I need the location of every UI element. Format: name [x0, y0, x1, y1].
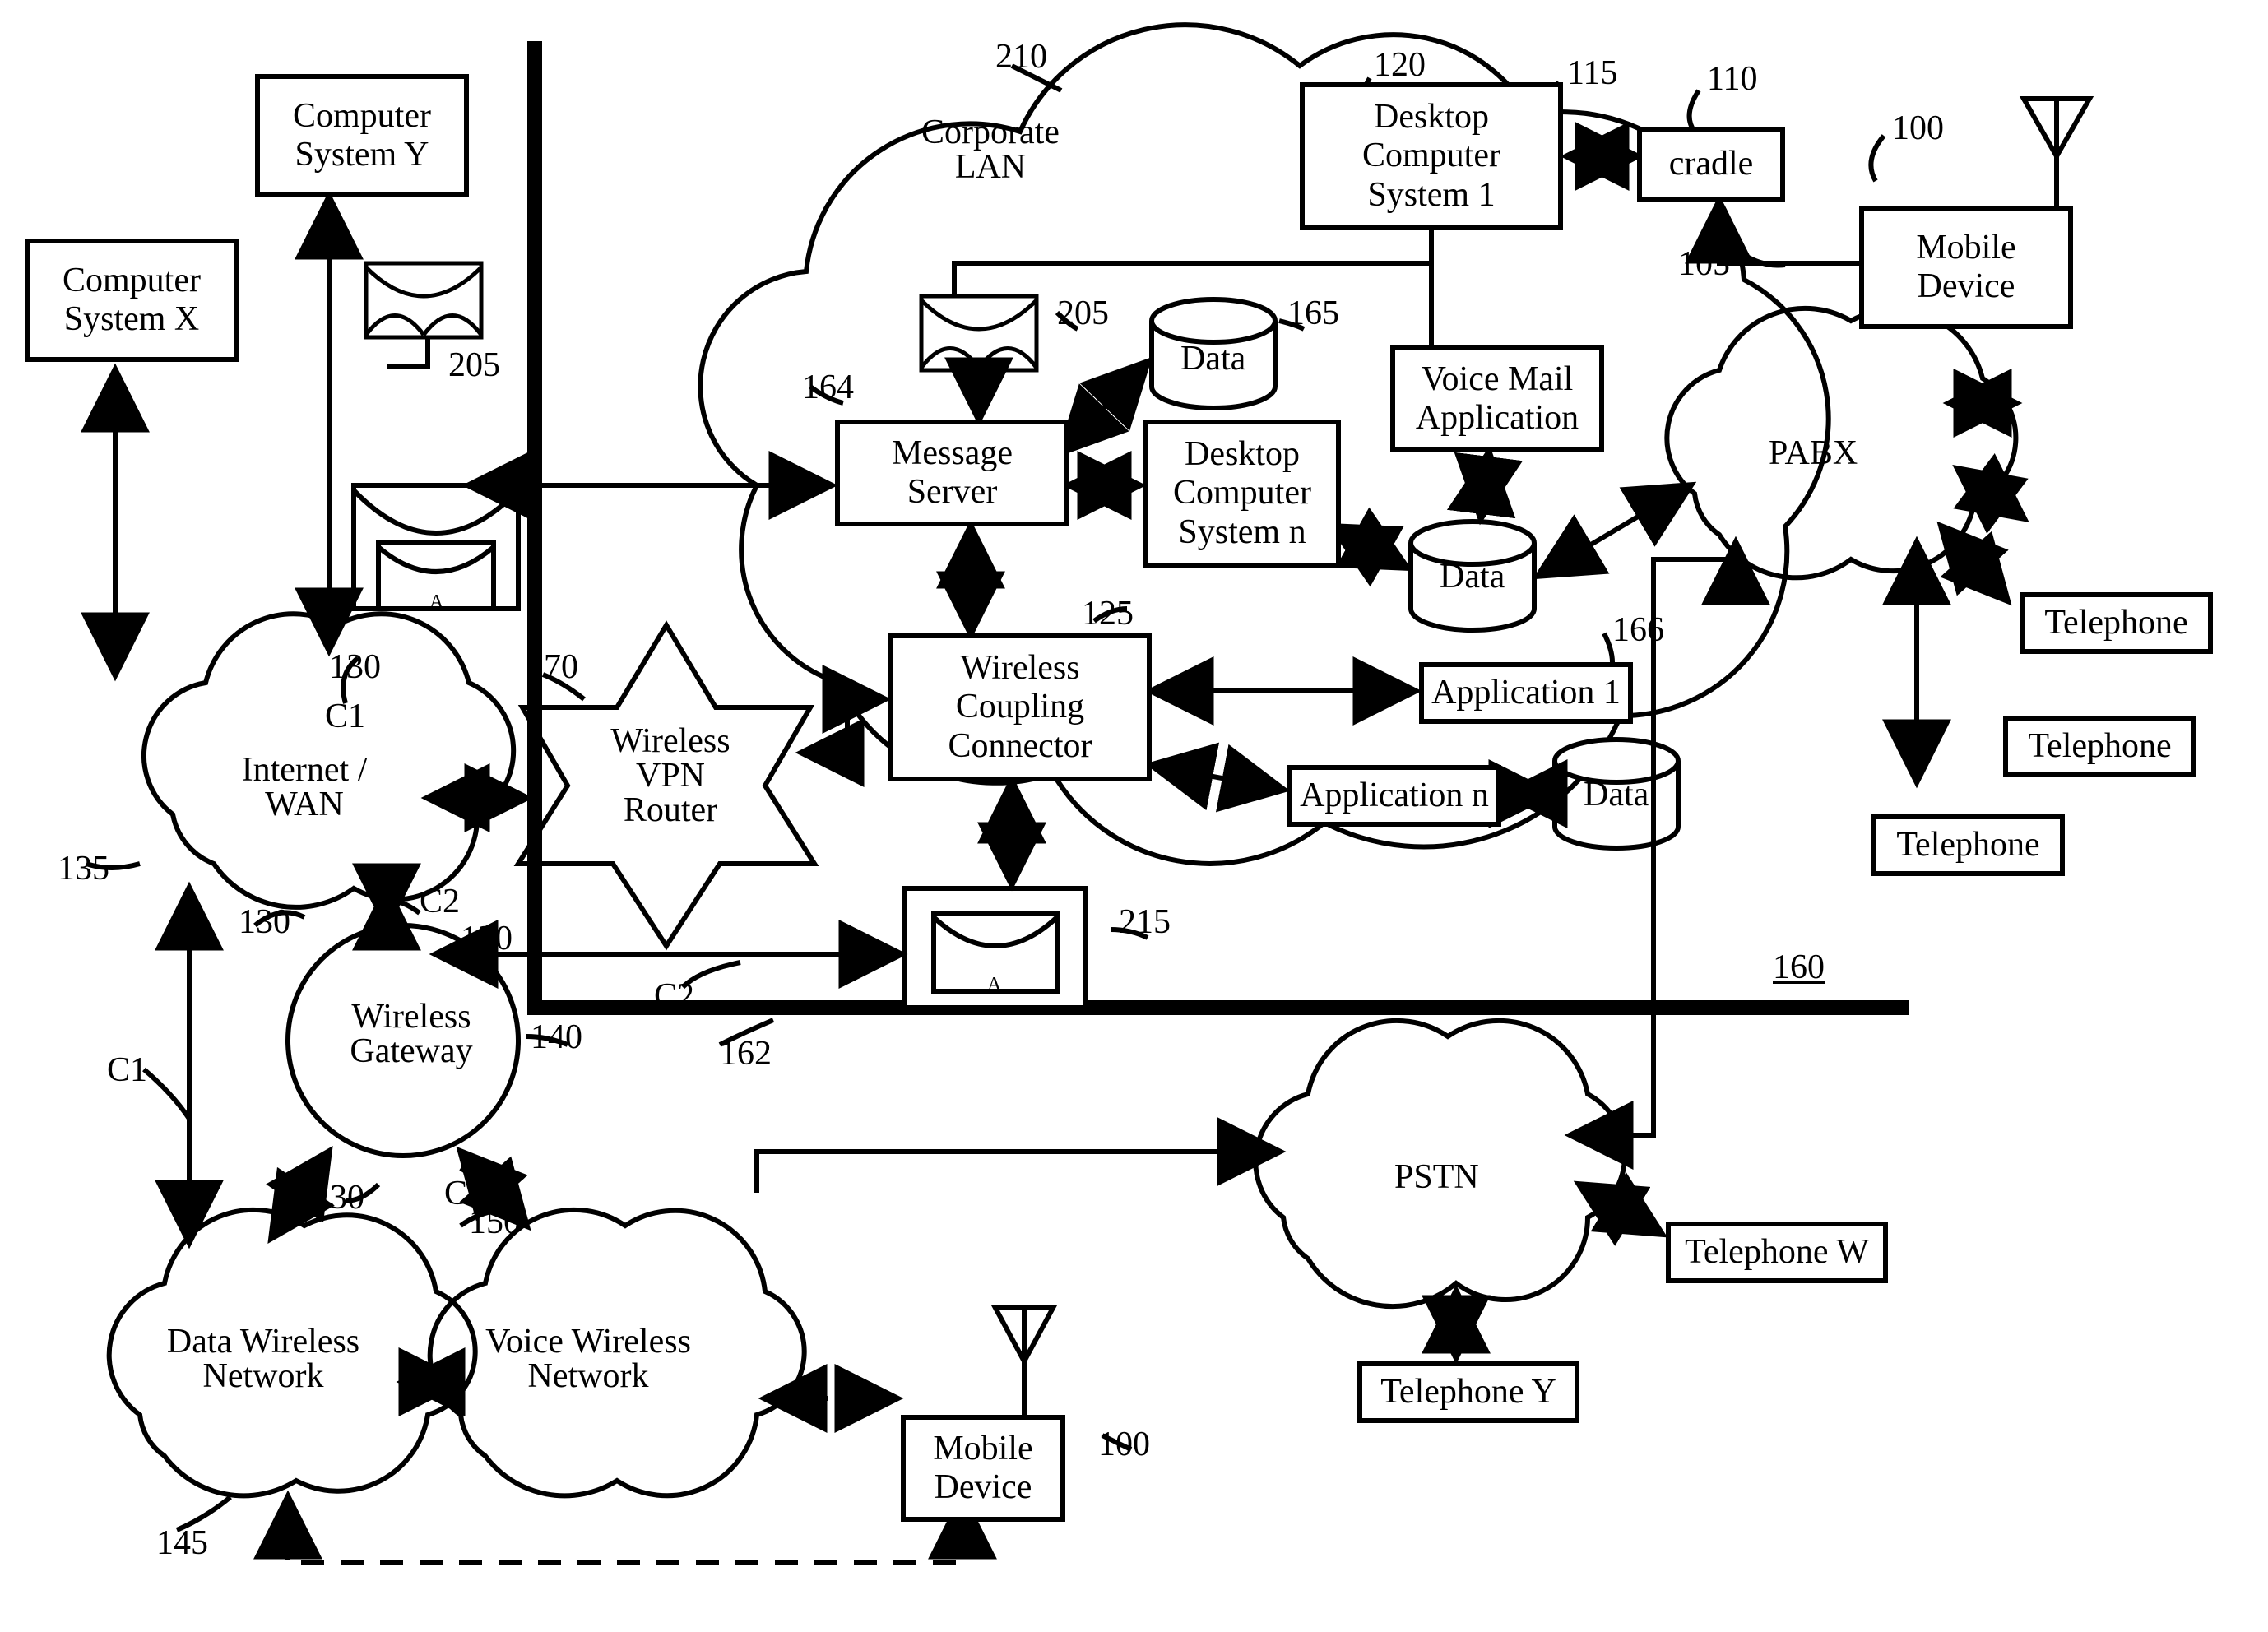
conn-c1a: C1 [325, 699, 365, 734]
voice-mail-label: Voice MailApplication [1416, 360, 1579, 438]
node-telephone-3: Telephone [1871, 814, 2065, 876]
ref-170: 170 [526, 650, 578, 684]
ref-100a: 100 [1892, 111, 1944, 146]
node-computer-system-x: ComputerSystem X [25, 239, 239, 362]
ref-115: 115 [1567, 56, 1617, 90]
data-vm-label: Data [1440, 559, 1505, 594]
node-telephone-y: Telephone Y [1357, 1361, 1579, 1423]
message-server-label: MessageServer [892, 434, 1013, 512]
telephone-2-label: Telephone [2028, 727, 2171, 766]
ref-145: 145 [156, 1526, 208, 1560]
ref-205b: 205 [1057, 296, 1109, 331]
ref-165: 165 [1287, 296, 1339, 331]
app1-label: Application 1 [1431, 674, 1621, 712]
telephone-1-label: Telephone [2044, 604, 2187, 642]
ref-130b: 130 [239, 905, 290, 939]
computer-system-y-label: ComputerSystem Y [293, 97, 431, 174]
node-telephone-w: Telephone W [1666, 1222, 1888, 1283]
antenna-bottom [995, 1308, 1053, 1415]
ref-166: 166 [1612, 613, 1664, 647]
telephone-w-label: Telephone W [1685, 1233, 1869, 1272]
ref-125: 125 [1082, 596, 1134, 631]
desktop-cs1-label: DesktopComputerSystem 1 [1362, 98, 1500, 214]
ref-110: 110 [1707, 62, 1757, 96]
pstn-label: PSTN [1394, 1160, 1479, 1194]
ref-105: 105 [1678, 247, 1730, 281]
antenna-top [2024, 99, 2089, 206]
node-message-server: MessageServer [835, 420, 1069, 526]
node-cradle: cradle [1637, 128, 1785, 202]
node-wcc: WirelessCouplingConnector [888, 633, 1152, 781]
env-a-215: A [987, 975, 1001, 994]
mobile-device-top-label: MobileDevice [1916, 229, 2015, 306]
appn-label: Application n [1300, 777, 1489, 815]
conn-c2b: C2 [654, 979, 694, 1013]
envelope-big [354, 485, 518, 609]
ref-140: 140 [531, 1020, 582, 1055]
voice-wn-label: Voice WirelessNetwork [473, 1324, 703, 1393]
data-appn-label: Data [1584, 777, 1649, 812]
computer-system-x-label: ComputerSystem X [63, 262, 201, 339]
wcc-label: WirelessCouplingConnector [948, 649, 1092, 765]
ref-100b: 100 [1098, 1427, 1150, 1462]
node-desktop-csn: DesktopComputerSystem n [1143, 420, 1341, 568]
telephone-y-label: Telephone Y [1380, 1373, 1556, 1412]
telephone-3-label: Telephone [1896, 826, 2039, 865]
data-wn-label: Data WirelessNetwork [152, 1324, 374, 1393]
ref-215: 215 [1119, 905, 1171, 939]
node-telephone-2: Telephone [2003, 716, 2196, 777]
wireless-gateway-label: WirelessGateway [337, 999, 485, 1069]
node-computer-system-y: ComputerSystem Y [255, 74, 469, 197]
ref-130a: 130 [329, 650, 381, 684]
ref-210: 210 [995, 39, 1047, 74]
wireless-vpn-label: WirelessVPNRouter [609, 724, 732, 828]
data-165-label: Data [1180, 341, 1245, 376]
ref-205a: 205 [448, 348, 500, 382]
ref-135: 135 [58, 851, 109, 886]
env-a-big: A [429, 592, 443, 612]
env-a-lan: A [968, 355, 981, 373]
ref-130c: 130 [461, 921, 513, 956]
node-telephone-1: Telephone [2020, 592, 2213, 654]
node-app1: Application 1 [1419, 662, 1633, 724]
ref-162: 162 [720, 1036, 772, 1071]
node-appn: Application n [1287, 765, 1501, 827]
envelope-205-left [366, 263, 481, 337]
ref-120: 120 [1374, 48, 1426, 82]
conn-c2c: C2 [444, 1176, 485, 1211]
desktop-csn-label: DesktopComputerSystem n [1173, 435, 1311, 551]
node-desktop-cs1: DesktopComputerSystem 1 [1300, 82, 1563, 230]
ref-160: 160 [1773, 950, 1825, 985]
corporate-lan-label: CorporateLAN [921, 115, 1060, 184]
node-mobile-device-top: MobileDevice [1859, 206, 2073, 329]
pabx-label: PABX [1769, 436, 1858, 471]
node-mobile-device-bottom: MobileDevice [901, 1415, 1065, 1522]
cradle-label: cradle [1669, 145, 1754, 183]
conn-c1b: C1 [107, 1053, 147, 1087]
mobile-device-bottom-label: MobileDevice [933, 1430, 1032, 1507]
node-voice-mail: Voice MailApplication [1390, 345, 1604, 452]
ref-164: 164 [802, 370, 854, 405]
diagram-stage: ComputerSystem X ComputerSystem Y Corpor… [0, 0, 2268, 1632]
internet-wan-label: Internet /WAN [218, 753, 391, 822]
ref-130d: 130 [313, 1180, 364, 1215]
conn-c2a: C2 [420, 884, 460, 919]
